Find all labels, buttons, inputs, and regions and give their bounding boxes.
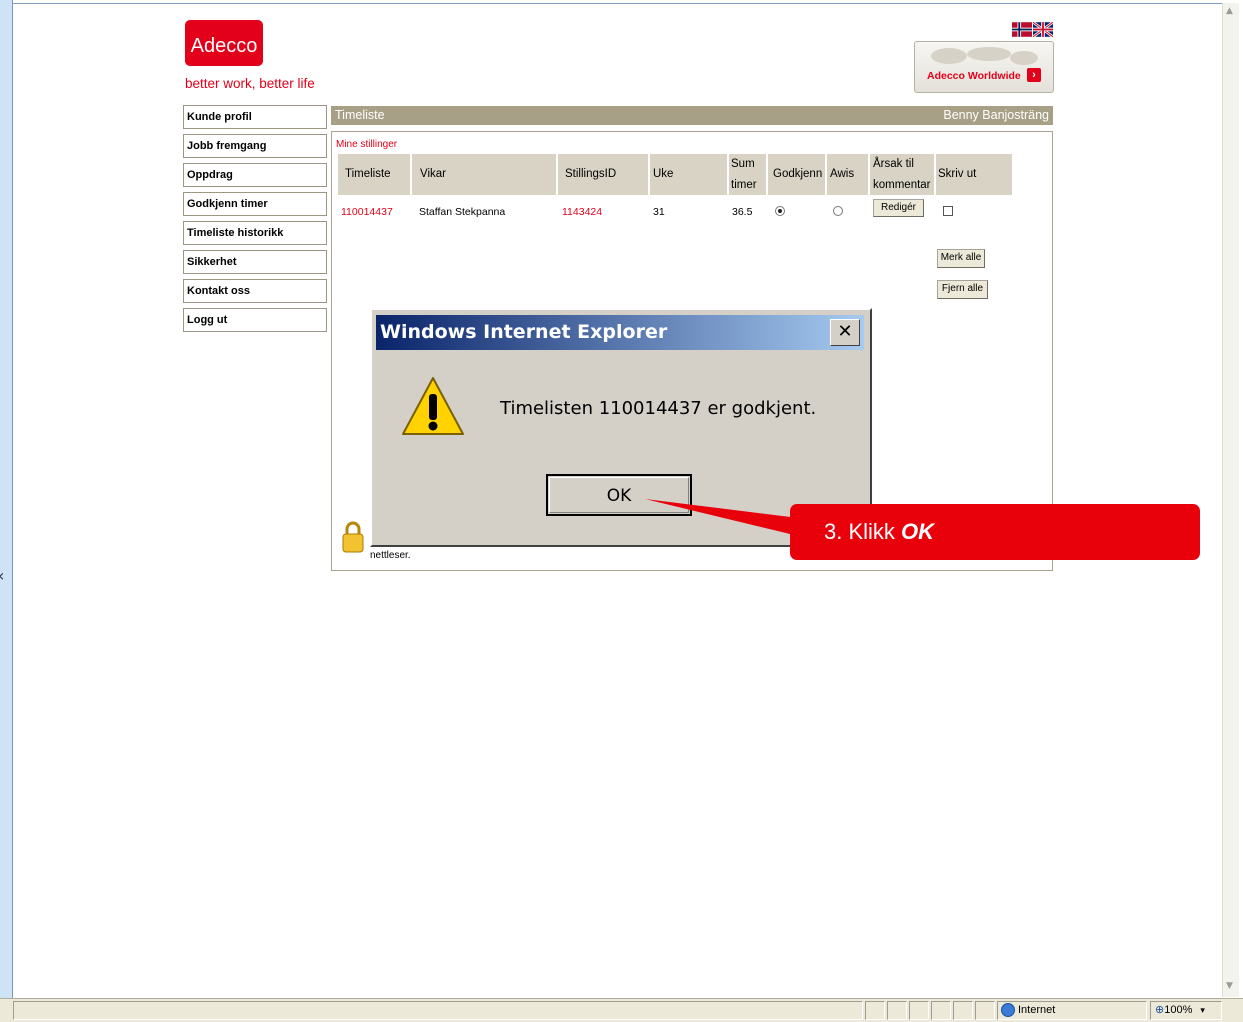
zoom-label: 100% — [1164, 1004, 1193, 1016]
nav-item-oppdrag[interactable]: Oppdrag — [183, 163, 327, 187]
dialog-message: Timelisten 110014437 er godkjent. — [500, 398, 817, 419]
col-label: kommentar — [873, 179, 931, 191]
dialog-close-button[interactable]: ✕ — [830, 319, 860, 346]
awis-radio[interactable] — [833, 206, 843, 216]
status-cell — [909, 1001, 929, 1020]
timeliste-link[interactable]: 110014437 — [341, 206, 393, 218]
globe-icon — [1001, 1003, 1015, 1018]
status-text-area — [13, 1001, 863, 1020]
col-label: Uke — [653, 168, 674, 180]
status-cell — [931, 1001, 951, 1020]
arrow-right-icon: › — [1027, 68, 1041, 82]
zoom-control[interactable]: ⊕100% ▾ — [1150, 1001, 1222, 1020]
world-map-icon — [931, 47, 1038, 65]
close-icon: ✕ — [837, 321, 853, 342]
zone-label: Internet — [1018, 1004, 1056, 1016]
page-title-bar: Timeliste Benny Banjosträng — [331, 106, 1053, 125]
rediger-button[interactable]: Redigér — [873, 199, 924, 217]
dialog-title: Windows Internet Explorer — [380, 321, 668, 343]
warning-icon — [402, 377, 464, 435]
zoom-icon: ⊕ — [1155, 1004, 1165, 1016]
skriv-ut-checkbox[interactable] — [943, 206, 953, 216]
fjern-alle-button[interactable]: Fjern alle — [937, 280, 988, 299]
col-header-stillingsid: StillingsID — [558, 154, 648, 195]
nav-item-jobb-fremgang[interactable]: Jobb fremgang — [183, 134, 327, 158]
nav-item-logg-ut[interactable]: Logg ut — [183, 308, 327, 332]
status-cell — [865, 1001, 885, 1020]
col-header-timeliste: Timeliste — [338, 154, 410, 195]
instruction-callout: 3. Klikk OK — [790, 504, 1200, 560]
col-header-sum-timer: Sum timer — [729, 154, 766, 195]
vertical-scrollbar[interactable]: ▲ ▼ — [1222, 3, 1239, 997]
nav-item-kontakt-oss[interactable]: Kontakt oss — [183, 279, 327, 303]
scroll-down-icon[interactable]: ▼ — [1226, 981, 1233, 991]
tagline: better work, better life — [185, 76, 315, 91]
col-label: Awis — [830, 168, 855, 180]
uke-value: 31 — [653, 206, 665, 218]
sum-timer-value: 36.5 — [732, 206, 753, 218]
scroll-up-icon[interactable]: ▲ — [1226, 6, 1233, 16]
callout-text: 3. Klikk OK — [824, 504, 934, 560]
collapse-chevron-icon[interactable]: ‹ — [0, 566, 4, 585]
nav-item-godkjenn-timer[interactable]: Godkjenn timer — [183, 192, 327, 216]
col-label: Timeliste — [345, 168, 391, 180]
ok-button-label: OK — [606, 486, 632, 506]
callout-prefix: 3. Klikk — [824, 519, 902, 544]
col-label: StillingsID — [565, 168, 617, 180]
stillingsid-link[interactable]: 1143424 — [562, 206, 602, 218]
status-cell — [975, 1001, 995, 1020]
merk-alle-button[interactable]: Merk alle — [937, 249, 985, 268]
col-label: Skriv ut — [938, 168, 977, 180]
col-label: Årsak til — [873, 158, 914, 170]
status-bar: Internet ⊕100% ▾ — [0, 998, 1243, 1022]
col-label: Sum — [731, 158, 755, 170]
ok-button[interactable]: OK — [546, 474, 692, 516]
col-header-awis: Awis — [827, 154, 868, 195]
security-zone[interactable]: Internet — [997, 1001, 1147, 1020]
radio-selected-dot — [778, 209, 782, 213]
worldwide-label: Adecco Worldwide — [927, 70, 1021, 82]
col-header-uke: Uke — [650, 154, 727, 195]
nav-item-timeliste-historikk[interactable]: Timeliste historikk — [183, 221, 327, 245]
section-label: Mine stillinger — [336, 139, 398, 150]
uk-flag-icon[interactable] — [1033, 22, 1053, 37]
callout-emphasis: OK — [901, 519, 935, 544]
adecco-logo[interactable]: Adecco — [185, 20, 263, 66]
col-header-godkjenn: Godkjenn — [768, 154, 825, 195]
vikar-name: Staffan Stekpanna — [419, 206, 506, 218]
norway-flag-icon[interactable] — [1012, 22, 1032, 37]
nav-item-sikkerhet[interactable]: Sikkerhet — [183, 250, 327, 274]
sidebar-nav: Kunde profil Jobb fremgang Oppdrag Godkj… — [183, 105, 327, 337]
status-cell — [887, 1001, 907, 1020]
chevron-down-icon[interactable]: ▾ — [1200, 1005, 1205, 1015]
logo-text: Adecco — [190, 35, 258, 57]
left-panel-strip: ‹ — [0, 0, 13, 1021]
godkjenn-radio[interactable] — [775, 206, 785, 216]
nav-item-kunde-profil[interactable]: Kunde profil — [183, 105, 327, 129]
lock-icon — [342, 521, 364, 553]
page-title: Timeliste — [335, 108, 385, 122]
col-label: Vikar — [420, 168, 446, 180]
user-name: Benny Banjosträng — [943, 108, 1049, 122]
col-header-skriv-ut: Skriv ut — [936, 154, 1012, 195]
footer-note: nettleser. — [370, 550, 411, 561]
col-header-vikar: Vikar — [412, 154, 556, 195]
dialog-title-bar[interactable]: Windows Internet Explorer — [376, 315, 864, 350]
col-label: timer — [731, 179, 757, 191]
language-flags — [1012, 22, 1054, 38]
status-cell — [953, 1001, 973, 1020]
col-label: Godkjenn — [773, 168, 823, 180]
col-header-arsak: Årsak til kommentar — [870, 154, 934, 195]
adecco-worldwide-link[interactable]: Adecco Worldwide › — [914, 41, 1054, 93]
